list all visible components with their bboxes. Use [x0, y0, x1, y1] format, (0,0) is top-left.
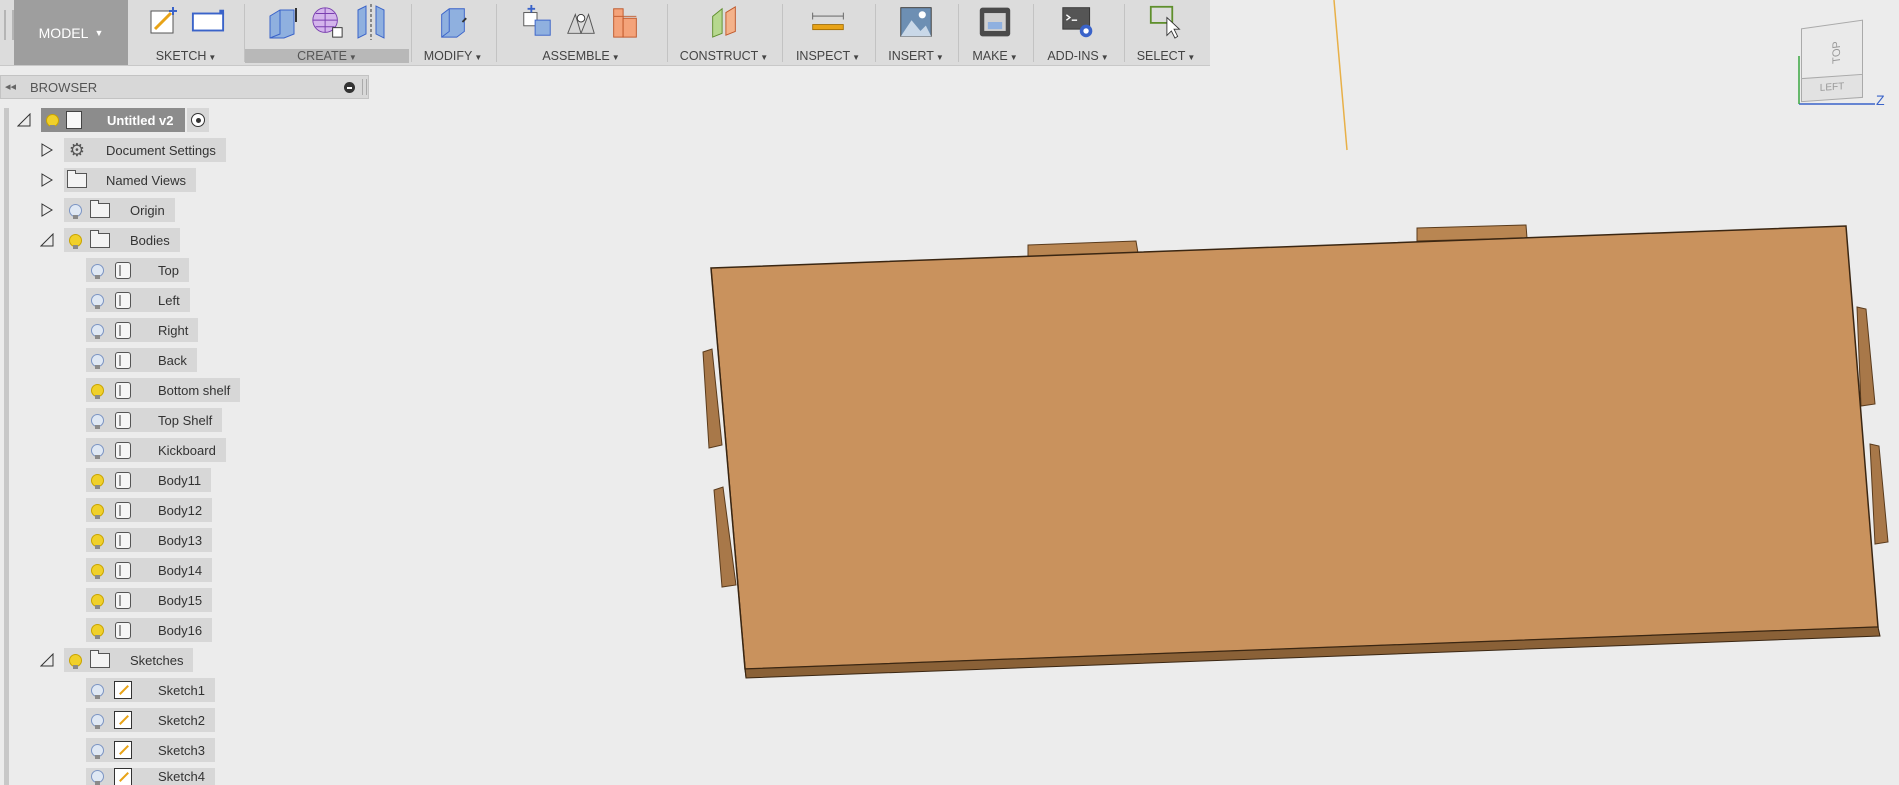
- origin-axis-line: [1333, 0, 1348, 151]
- board-tab: [1869, 443, 1889, 545]
- model-viewport[interactable]: [0, 0, 1899, 785]
- viewcube[interactable]: TOP LEFT Z: [1785, 16, 1895, 116]
- board-top-face: [710, 225, 1879, 670]
- z-axis-label: Z: [1876, 92, 1885, 108]
- viewcube-left-face[interactable]: LEFT: [1801, 73, 1863, 103]
